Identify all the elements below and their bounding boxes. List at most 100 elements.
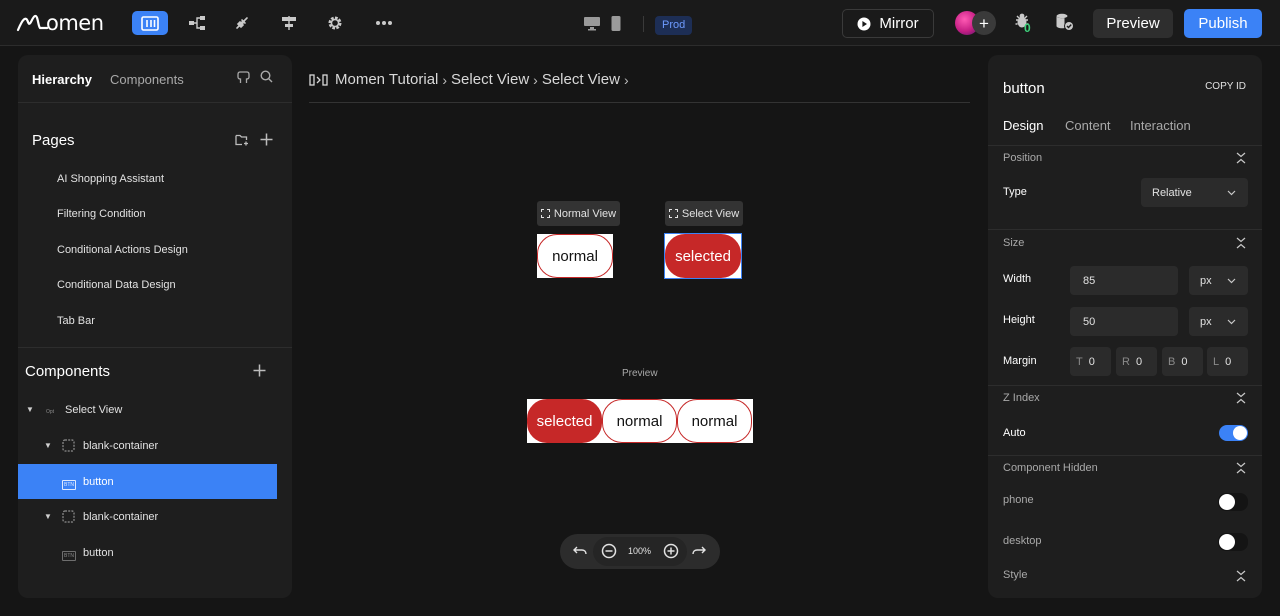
position-type-select[interactable]: Relative	[1141, 178, 1248, 207]
top-bar: omen Prod Mirror + 0 Preview Publish	[0, 0, 1280, 46]
type-label: Type	[1003, 186, 1027, 198]
plug-icon	[236, 17, 248, 29]
selected-state-button[interactable]: selected	[665, 234, 741, 278]
preview-button[interactable]: Preview	[1093, 9, 1173, 38]
undo-button[interactable]	[573, 545, 587, 556]
settings-tool-button[interactable]	[317, 11, 353, 35]
preview-option-button[interactable]: normal	[602, 399, 677, 443]
select-view-label[interactable]: Select View	[665, 201, 743, 226]
style-section-title: Style	[1003, 569, 1028, 581]
collapse-icon[interactable]	[1236, 462, 1246, 474]
properties-panel: button COPY ID Design Content Interactio…	[988, 55, 1262, 598]
tab-components[interactable]: Components	[110, 72, 184, 87]
height-unit-select[interactable]: px	[1189, 307, 1248, 336]
search-button[interactable]	[260, 70, 273, 83]
tree-item-button[interactable]: BTN button	[18, 535, 277, 570]
margin-top-input[interactable]: T0	[1070, 347, 1111, 376]
tree-item-label: blank-container	[83, 510, 159, 523]
collapse-icon[interactable]	[1236, 392, 1246, 404]
zoom-out-icon	[601, 543, 617, 559]
logo-text: omen	[46, 11, 104, 35]
mirror-button[interactable]: Mirror	[842, 9, 934, 38]
container-icon	[62, 510, 75, 523]
container-icon	[62, 439, 75, 452]
github-icon	[237, 71, 250, 83]
breadcrumb-divider	[309, 102, 970, 103]
debug-count-badge: 0	[1024, 21, 1031, 35]
normal-view-label[interactable]: Normal View	[537, 201, 620, 226]
add-folder-button[interactable]	[235, 133, 249, 146]
width-unit-select[interactable]: px	[1189, 266, 1248, 295]
component-title: button	[1003, 80, 1045, 97]
mobile-device-button[interactable]	[610, 15, 622, 32]
mirror-label: Mirror	[879, 15, 919, 32]
logo-m-icon	[16, 14, 48, 32]
width-label: Width	[1003, 273, 1032, 285]
breadcrumb-item[interactable]: Select View	[451, 71, 529, 88]
collapse-icon[interactable]	[1236, 570, 1246, 582]
margin-left-input[interactable]: L0	[1207, 347, 1248, 376]
width-input[interactable]: 85	[1070, 266, 1178, 295]
caret-down-icon[interactable]: ▼	[26, 405, 34, 414]
zindex-auto-toggle[interactable]	[1219, 425, 1248, 441]
tree-item-blank-container[interactable]: ▼ blank-container	[18, 428, 277, 463]
more-tool-button[interactable]	[366, 11, 402, 35]
layout-tool-button[interactable]	[132, 11, 168, 35]
add-page-button[interactable]	[260, 133, 273, 146]
desktop-device-button[interactable]	[583, 15, 601, 31]
normal-state-button[interactable]: normal	[537, 234, 613, 278]
tab-hierarchy[interactable]: Hierarchy	[32, 72, 92, 87]
hide-on-desktop-toggle[interactable]	[1218, 533, 1248, 551]
tree-item-button-selected[interactable]: BTN button	[18, 464, 277, 499]
zoom-out-button[interactable]	[601, 543, 617, 559]
environment-badge[interactable]: Prod	[655, 16, 693, 35]
section-divider	[988, 455, 1262, 456]
margin-bottom-input[interactable]: B0	[1162, 347, 1203, 376]
api-tool-button[interactable]	[224, 11, 260, 35]
chevron-right-icon: ›	[442, 71, 448, 88]
tab-content[interactable]: Content	[1065, 118, 1111, 133]
breadcrumb-item[interactable]: Select View	[542, 71, 620, 88]
publish-button[interactable]: Publish	[1184, 9, 1262, 38]
tree-structure-icon	[189, 16, 205, 30]
breadcrumb-item[interactable]: Momen Tutorial	[335, 71, 438, 88]
copy-id-button[interactable]: COPY ID	[1205, 81, 1246, 92]
redo-icon	[692, 546, 706, 555]
caret-down-icon[interactable]: ▼	[44, 441, 52, 450]
zoom-level[interactable]: 100%	[628, 546, 651, 556]
tree-item-label: button	[83, 546, 114, 559]
height-label: Height	[1003, 314, 1035, 326]
page-item[interactable]: Filtering Condition	[57, 208, 146, 220]
tab-interaction[interactable]: Interaction	[1130, 118, 1191, 133]
panel-divider	[18, 347, 292, 348]
github-button[interactable]	[237, 70, 250, 84]
tab-design[interactable]: Design	[1003, 118, 1043, 133]
collapse-icon[interactable]	[1236, 237, 1246, 249]
add-collaborator-button[interactable]: +	[972, 11, 996, 35]
caret-down-icon[interactable]: ▼	[44, 512, 52, 521]
zoom-in-button[interactable]	[663, 543, 679, 559]
page-item[interactable]: Tab Bar	[57, 315, 95, 327]
page-item[interactable]: Conditional Actions Design	[57, 244, 188, 256]
database-status-button[interactable]	[1055, 12, 1075, 32]
collapse-icon[interactable]	[1236, 152, 1246, 164]
actionflow-tool-button[interactable]	[271, 11, 307, 35]
tree-item-blank-container[interactable]: ▼ blank-container	[18, 499, 277, 534]
tree-item-select-view[interactable]: ▼ Opt Select View	[18, 392, 277, 427]
select-view-label-text: Select View	[681, 207, 740, 220]
page-item[interactable]: AI Shopping Assistant	[57, 173, 164, 185]
momen-logo[interactable]: omen	[16, 9, 104, 37]
preview-option-button[interactable]: normal	[677, 399, 752, 443]
preview-strip: selected normal normal	[527, 399, 753, 443]
redo-button[interactable]	[692, 545, 706, 556]
hide-on-phone-toggle[interactable]	[1218, 493, 1248, 511]
chevron-down-icon	[1227, 319, 1236, 324]
margin-right-input[interactable]: R0	[1116, 347, 1157, 376]
component-code-icon	[309, 73, 328, 86]
page-item[interactable]: Conditional Data Design	[57, 279, 176, 291]
height-input[interactable]: 50	[1070, 307, 1178, 336]
preview-option-button[interactable]: selected	[527, 399, 602, 443]
add-component-button[interactable]	[253, 364, 266, 377]
data-model-tool-button[interactable]	[179, 11, 215, 35]
search-icon	[260, 70, 273, 83]
